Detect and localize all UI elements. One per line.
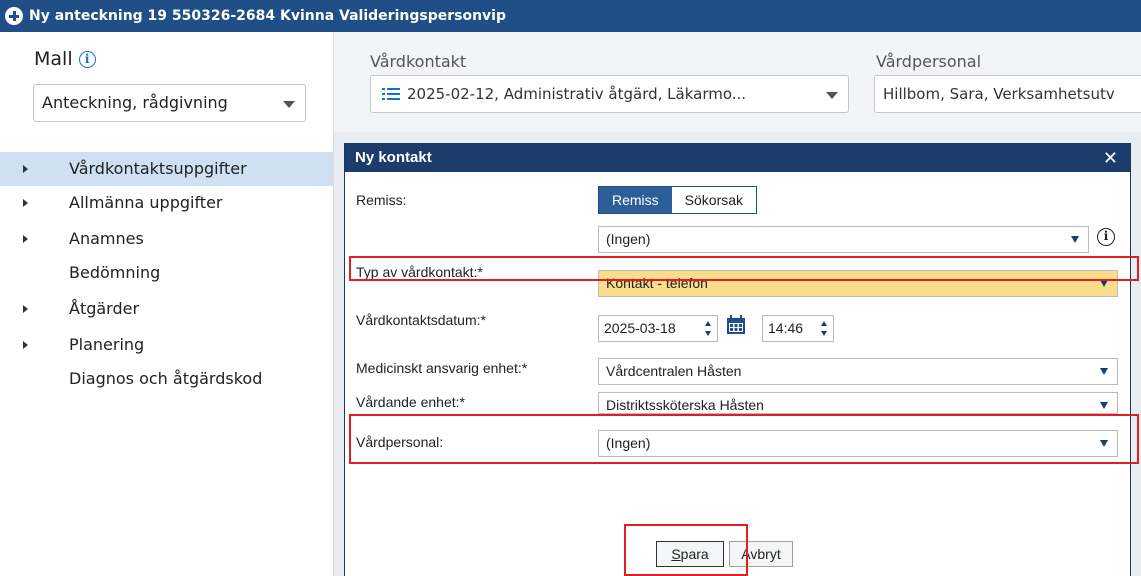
vardkontakt-value: 2025-02-12, Administrativ åtgärd, Läkarm… [407,85,747,103]
vardpersonal-select[interactable]: Hillbom, Sara, Verksamhetsutv [874,75,1141,113]
spinner-icon[interactable] [821,321,828,336]
expand-arrow-icon[interactable] [23,199,28,207]
annotation-box-personal [349,414,1139,464]
expand-arrow-icon[interactable] [23,165,28,173]
vardpersonal-label: Vårdpersonal [876,52,982,71]
chevron-down-icon [1100,280,1108,287]
remiss-label: Remiss: [356,192,407,208]
chevron-down-icon [1071,236,1079,243]
dialog-title: Ny kontakt [355,149,432,166]
sidebar-item-planering[interactable]: Planering [0,328,333,362]
expand-arrow-icon[interactable] [23,305,28,313]
chevron-down-icon [1100,368,1108,375]
sidebar-item-label: Diagnos och åtgärdskod [69,369,263,388]
info-icon[interactable]: i [1097,228,1115,246]
mall-select-value: Anteckning, rådgivning [42,93,228,112]
sidebar-item-label: Planering [69,335,145,354]
dialog-titlebar: Ny kontakt ✕ [345,144,1130,172]
sidebar-item-label: Bedömning [69,263,161,282]
med-label: Medicinskt ansvarig enhet:* [356,360,528,376]
chevron-down-icon [283,101,295,108]
chevron-down-icon [1100,402,1108,409]
sidebar-item-diagnos[interactable]: Diagnos och åtgärdskod [0,362,333,396]
list-icon [382,88,400,100]
sidebar-item-anamnes[interactable]: Anamnes [0,222,333,256]
sidebar-item-atgarder[interactable]: Åtgärder [0,292,333,326]
annotation-box-save [624,524,748,576]
chevron-down-icon [826,92,838,99]
sidebar-item-allmanna-uppgifter[interactable]: Allmänna uppgifter [0,186,333,220]
vardande-select-value: Distriktssköterska Håsten [606,397,764,413]
time-value: 14:46 [768,320,804,336]
vardkontakt-select[interactable]: 2025-02-12, Administrativ åtgärd, Läkarm… [370,75,849,113]
mall-label: Mall [34,48,73,70]
sidebar-item-vardkontaktsuppgifter[interactable]: Vårdkontaktsuppgifter [0,152,333,186]
sidebar-item-label: Vårdkontaktsuppgifter [69,159,247,178]
info-icon[interactable]: i [78,51,96,68]
toggle-sokorsak[interactable]: Sökorsak [672,187,756,213]
remiss-select[interactable]: (Ingen) [598,226,1089,253]
datum-value: 2025-03-18 [604,320,676,336]
app-logo-icon [5,7,23,25]
window-titlebar: Ny anteckning 19 550326-2684 Kvinna Vali… [0,0,1141,32]
new-contact-dialog: Ny kontakt ✕ Remiss: Remiss Sökorsak (In… [345,144,1130,576]
vardpersonal-value: Hillbom, Sara, Verksamhetsutv [883,85,1115,103]
vardkontakt-label: Vårdkontakt [370,52,467,71]
mall-heading: Mall i [34,48,96,70]
datum-input[interactable]: 2025-03-18 [598,315,718,342]
mall-select[interactable]: Anteckning, rådgivning [33,84,306,122]
med-select-value: Vårdcentralen Håsten [606,363,742,379]
sidebar-item-label: Anamnes [69,229,144,248]
vardande-label: Vårdande enhet:* [356,394,465,410]
spinner-icon[interactable] [705,321,712,336]
remiss-select-value: (Ingen) [606,231,651,247]
time-input[interactable]: 14:46 [762,315,834,342]
expand-arrow-icon[interactable] [23,341,28,349]
vardande-select[interactable]: Distriktssköterska Håsten [598,392,1118,414]
header-area: Vårdkontakt 2025-02-12, Administrativ åt… [334,32,1141,132]
sidebar-item-label: Åtgärder [69,299,140,318]
annotation-box-typ [349,256,1139,281]
close-icon[interactable]: ✕ [1103,144,1118,172]
window-title: Ny anteckning 19 550326-2684 Kvinna Vali… [29,8,506,24]
toggle-remiss[interactable]: Remiss [599,187,672,213]
calendar-icon[interactable] [726,315,746,335]
med-select[interactable]: Vårdcentralen Håsten [598,358,1118,385]
expand-arrow-icon[interactable] [23,235,28,243]
sidebar-item-label: Allmänna uppgifter [69,193,223,212]
remiss-toggle: Remiss Sökorsak [598,186,758,214]
datum-label: Vårdkontaktsdatum:* [356,312,486,328]
sidebar-item-bedomning[interactable]: Bedömning [0,256,333,290]
